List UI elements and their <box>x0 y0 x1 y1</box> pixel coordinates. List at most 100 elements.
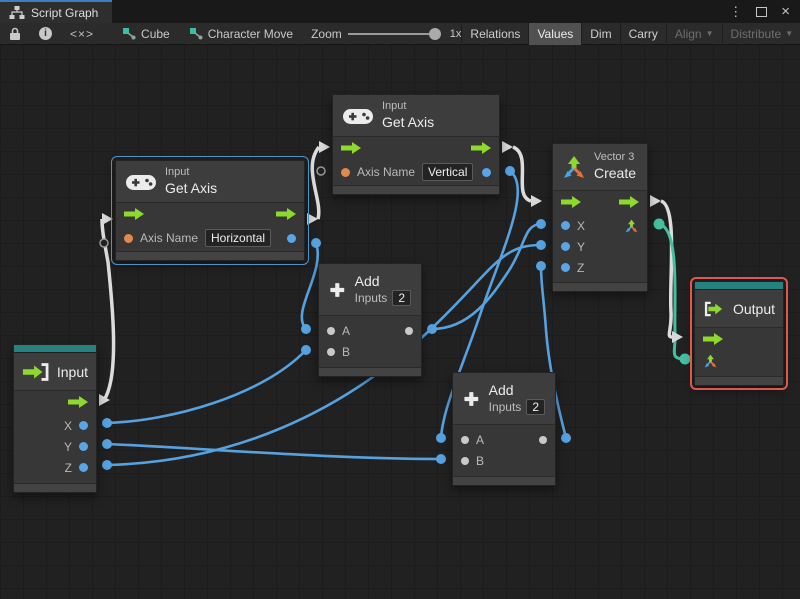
port-a-dot[interactable] <box>461 435 469 444</box>
info-button[interactable]: i <box>30 23 61 45</box>
align-dropdown[interactable]: Align ▼ <box>665 22 722 45</box>
node-add-2[interactable]: Add Inputs 2 A B <box>452 372 556 486</box>
port-b-dot[interactable] <box>461 456 469 465</box>
port-x-dot[interactable] <box>79 421 88 430</box>
port-x-label: X <box>577 218 586 233</box>
port-row-x: X <box>553 215 647 236</box>
window-menu-icon[interactable]: ⋮ <box>729 5 742 18</box>
toggle-relations[interactable]: Relations <box>461 22 528 45</box>
port-value-dot[interactable] <box>287 233 296 243</box>
vector-input-row <box>695 350 783 372</box>
node-get-axis-horizontal[interactable]: Input Get Axis Axis Name Horizontal <box>111 156 309 265</box>
node-header: Input <box>14 353 96 391</box>
port-z-dot[interactable] <box>79 463 88 472</box>
flow-row <box>14 391 96 413</box>
zoom-label: Zoom <box>311 26 342 41</box>
flow-row <box>333 137 499 159</box>
port-z-dot[interactable] <box>561 263 570 272</box>
close-icon[interactable]: × <box>781 4 790 19</box>
axis-name-field[interactable]: Vertical <box>422 163 474 181</box>
port-b-dot[interactable] <box>327 347 335 356</box>
node-get-axis-vertical[interactable]: Input Get Axis Axis Name Vertical <box>332 94 500 195</box>
flow-arrow-icon <box>703 333 723 345</box>
vector3-input-icon[interactable] <box>703 354 718 368</box>
breadcrumb-cube[interactable]: Cube <box>113 27 180 41</box>
port-sum-dot[interactable] <box>539 435 547 444</box>
graph-hierarchy-icon <box>9 5 25 19</box>
node-accent-strip <box>14 345 96 353</box>
port-row-x: X <box>14 415 96 436</box>
zoom-control: Zoom 1x <box>311 27 461 41</box>
node-vector3-create[interactable]: Vector 3 Create X Y Z <box>552 143 648 292</box>
port-x-label: X <box>63 418 72 433</box>
input-event-icon <box>22 362 49 381</box>
node-footer <box>453 476 555 485</box>
node-title: Add <box>488 381 514 398</box>
node-add-1[interactable]: Add Inputs 2 A B <box>318 263 422 377</box>
port-axisname-dot[interactable] <box>341 167 350 177</box>
inputs-count-field[interactable]: 2 <box>392 290 411 307</box>
node-title: Input <box>56 363 88 380</box>
port-x-dot[interactable] <box>561 221 570 230</box>
tab-script-graph[interactable]: Script Graph <box>0 0 112 23</box>
node-header: Add Inputs 2 <box>453 373 555 425</box>
port-row-a: A <box>319 320 421 341</box>
graph-asset-icon <box>123 27 136 39</box>
flow-row <box>116 203 304 225</box>
plus-icon <box>464 391 479 406</box>
port-a-dot[interactable] <box>327 326 335 335</box>
port-y-label: Y <box>577 239 586 254</box>
node-header: Output <box>695 290 783 328</box>
flow-arrow-icon <box>561 196 581 208</box>
port-b-label: B <box>476 453 485 468</box>
port-row-a: A <box>453 429 555 450</box>
port-row-z: Z <box>553 257 647 278</box>
port-b-label: B <box>342 344 351 359</box>
field-label: Axis Name <box>140 231 199 245</box>
port-sum-dot[interactable] <box>405 326 413 335</box>
code-view-button[interactable]: <×> <box>61 23 103 45</box>
zoom-slider-handle[interactable] <box>428 27 441 40</box>
toggle-dim[interactable]: Dim <box>581 22 619 45</box>
node-title: Output <box>732 300 775 317</box>
zoom-slider[interactable] <box>347 27 441 40</box>
node-header: Add Inputs 2 <box>319 264 421 316</box>
node-title: Create <box>594 165 637 182</box>
node-category: Vector 3 <box>594 151 635 164</box>
port-axisname-dot[interactable] <box>124 233 133 243</box>
distribute-dropdown[interactable]: Distribute ▼ <box>721 22 800 45</box>
zoom-value: 1x <box>449 27 462 40</box>
lock-button[interactable] <box>0 23 30 45</box>
node-header: Input Get Axis <box>333 95 499 137</box>
node-footer <box>14 483 96 492</box>
window-controls: ⋮ × <box>729 0 800 23</box>
flow-arrow-icon <box>276 208 296 220</box>
node-footer <box>319 367 421 376</box>
info-icon: i <box>39 27 52 40</box>
node-output[interactable]: Output <box>690 277 788 390</box>
port-y-label: Y <box>63 439 72 454</box>
port-y-dot[interactable] <box>79 442 88 451</box>
toggle-values[interactable]: Values <box>528 22 582 45</box>
gamepad-icon <box>126 174 156 190</box>
breadcrumb-character-move[interactable]: Character Move <box>180 27 303 41</box>
port-value-dot[interactable] <box>482 167 491 177</box>
node-input-event[interactable]: Input X Y Z <box>13 344 97 493</box>
port-row-b: B <box>453 450 555 471</box>
port-row-z: Z <box>14 457 96 478</box>
view-toggles: Relations Values Dim Carry Align ▼ Distri… <box>461 22 800 45</box>
maximize-icon[interactable] <box>756 6 768 17</box>
vector3-output-icon[interactable] <box>624 219 639 233</box>
flow-row <box>695 328 783 350</box>
inputs-count-field[interactable]: 2 <box>526 399 545 416</box>
graph-toolbar: i <×> Cube Character Move Zoom 1x Relati… <box>0 22 800 45</box>
port-row-y: Y <box>553 236 647 257</box>
axis-name-field[interactable]: Horizontal <box>205 229 272 247</box>
node-footer <box>116 251 304 260</box>
toggle-carry[interactable]: Carry <box>619 22 666 45</box>
port-y-dot[interactable] <box>561 242 570 251</box>
port-a-label: A <box>342 323 351 338</box>
port-z-label: Z <box>64 460 72 475</box>
flow-arrow-icon <box>471 142 491 154</box>
flow-row <box>553 191 647 213</box>
